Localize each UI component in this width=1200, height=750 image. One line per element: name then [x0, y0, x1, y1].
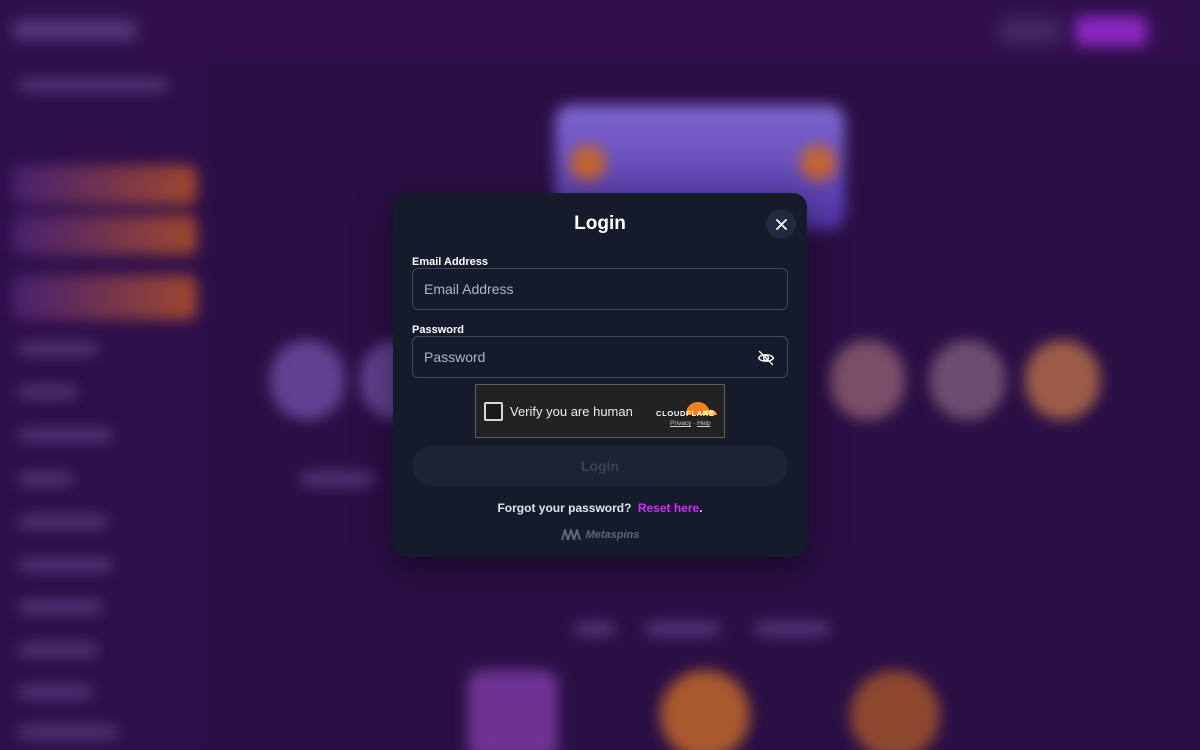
link-separator: · — [693, 420, 696, 427]
toggle-password-visibility-button[interactable] — [755, 347, 777, 369]
bg-login-button — [1000, 18, 1060, 44]
metaspins-logo-icon — [560, 529, 581, 541]
captcha-checkbox[interactable] — [484, 402, 503, 421]
captcha-text: Verify you are human — [510, 404, 633, 419]
cloudflare-brand: CLOUDFLARE — [656, 409, 715, 418]
password-label: Password — [412, 324, 464, 336]
password-field[interactable] — [412, 336, 788, 378]
privacy-link[interactable]: Privacy — [670, 420, 691, 427]
forgot-password-row: Forgot your password? Reset here. — [393, 501, 807, 515]
powered-by-brand: Metaspins — [393, 529, 807, 541]
captcha-links: Privacy · Help — [670, 420, 710, 427]
reset-period: . — [699, 501, 703, 515]
forgot-password-text: Forgot your password? — [497, 501, 632, 515]
bg-sidebar — [0, 60, 205, 750]
login-submit-button[interactable]: Login — [412, 446, 788, 486]
close-button[interactable] — [766, 209, 796, 239]
email-field[interactable] — [412, 268, 788, 310]
reset-password-link[interactable]: Reset here — [638, 501, 699, 515]
bg-logo — [12, 20, 137, 40]
close-icon — [775, 218, 787, 230]
bg-top-bar — [0, 0, 1200, 60]
bg-signup-button — [1075, 16, 1147, 46]
eye-slash-icon — [757, 350, 775, 366]
login-modal: Login Email Address Password Verify you … — [393, 193, 807, 557]
email-label: Email Address — [412, 256, 489, 268]
help-link[interactable]: Help — [697, 420, 710, 427]
metaspins-brand-text: Metaspins — [585, 529, 640, 541]
cloudflare-captcha: Verify you are human CLOUDFLARE Privacy … — [475, 384, 725, 438]
modal-title: Login — [574, 213, 626, 234]
